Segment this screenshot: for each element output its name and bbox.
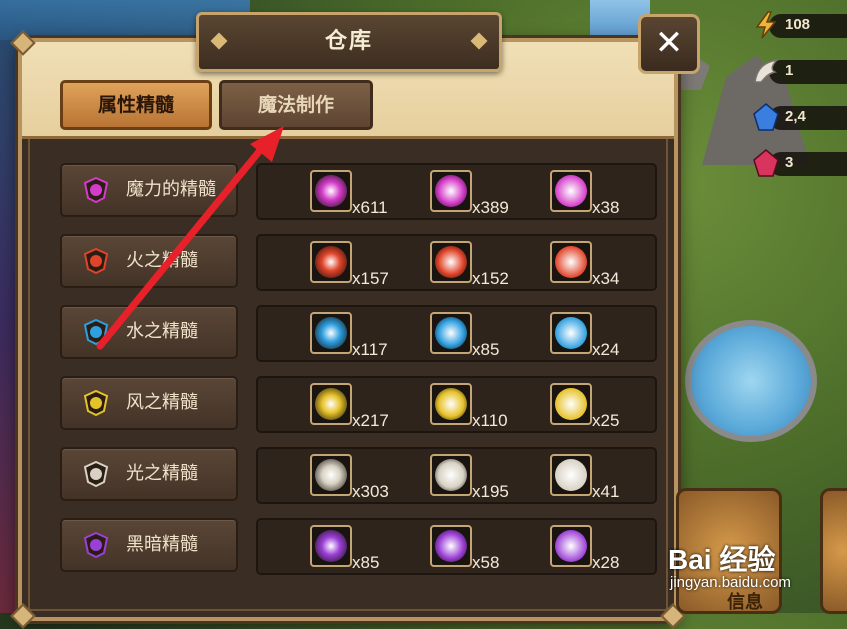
- watermark-url: jingyan.baidu.com: [670, 574, 791, 591]
- watermark: Bai 经验: [668, 544, 776, 575]
- side-button[interactable]: [820, 488, 847, 614]
- info-button-label: 信息: [727, 592, 763, 613]
